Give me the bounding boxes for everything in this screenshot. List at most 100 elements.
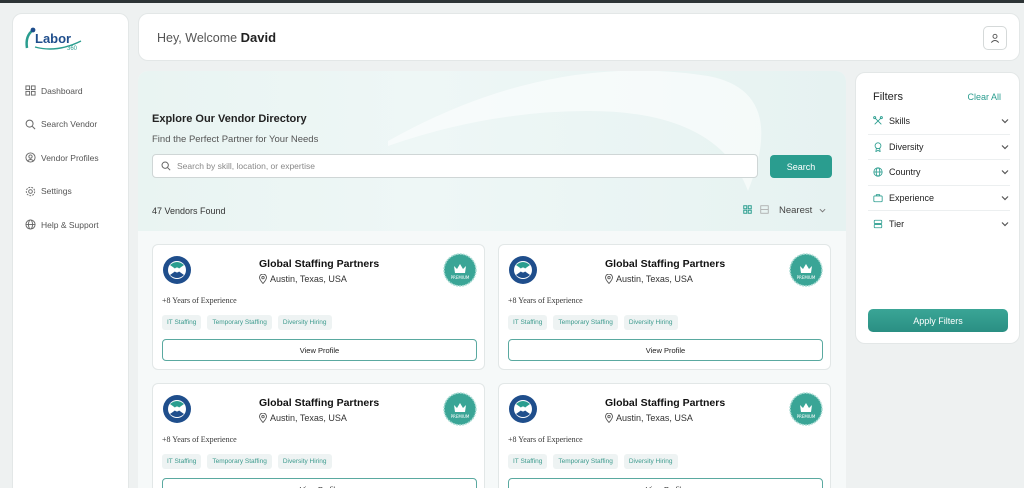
vendor-name: Global Staffing Partners: [259, 258, 380, 270]
top-bar: Hey, Welcome David: [138, 13, 1020, 61]
sidebar-item-settings[interactable]: Settings: [25, 175, 125, 209]
chevron-down-icon: [819, 208, 826, 213]
tag: IT Staffing: [508, 315, 548, 330]
sidebar-item-label: Vendor Profiles: [41, 152, 99, 163]
tag: Temporary Staffing: [207, 454, 272, 469]
vendor-name: Global Staffing Partners: [605, 258, 726, 270]
vendor-experience: +8 Years of Experience: [162, 435, 237, 444]
location-pin-icon: [605, 413, 613, 423]
user-circle-icon: [25, 152, 36, 163]
briefcase-icon: [873, 194, 883, 202]
chevron-down-icon: [1001, 144, 1009, 150]
gear-icon: [25, 186, 36, 196]
vendor-experience: +8 Years of Experience: [508, 435, 583, 444]
filter-country[interactable]: Country: [868, 160, 1010, 186]
filter-skills[interactable]: Skills: [868, 109, 1010, 135]
tag: Diversity Hiring: [277, 454, 332, 469]
view-profile-button[interactable]: View Profile: [162, 339, 477, 361]
filter-tier[interactable]: Tier: [868, 211, 1010, 237]
vendor-experience: +8 Years of Experience: [162, 296, 237, 305]
vendor-card: Global Staffing Partners Austin, Texas, …: [152, 383, 485, 488]
tag: Temporary Staffing: [207, 315, 272, 330]
filter-label: Skills: [889, 116, 911, 127]
hero-decoration: [388, 71, 762, 191]
search-button[interactable]: Search: [770, 155, 832, 178]
filters-panel: Filters Clear All Skills Diversity Count…: [855, 72, 1020, 344]
vendor-tags: IT Staffing Temporary Staffing Diversity…: [162, 315, 332, 330]
svg-text:PREMIUM: PREMIUM: [797, 414, 816, 419]
apply-filters-button[interactable]: Apply Filters: [868, 309, 1008, 332]
search-box[interactable]: [152, 154, 758, 178]
sidebar-item-label: Help & Support: [41, 219, 99, 230]
vendor-name: Global Staffing Partners: [605, 397, 726, 409]
grid-icon: [25, 85, 36, 96]
view-profile-button[interactable]: View Profile: [508, 478, 823, 488]
svg-text:360: 360: [67, 46, 78, 52]
sidebar-item-search-vendor[interactable]: Search Vendor: [25, 108, 125, 142]
award-icon: [874, 142, 882, 152]
premium-badge-icon: PREMIUM: [789, 392, 823, 426]
vendor-location: Austin, Texas, USA: [605, 274, 693, 284]
svg-text:Labor: Labor: [35, 31, 71, 46]
svg-text:PREMIUM: PREMIUM: [797, 275, 816, 280]
chevron-down-icon: [1001, 221, 1009, 227]
vendor-card: Global Staffing Partners Austin, Texas, …: [498, 383, 831, 488]
sidebar-item-vendor-profiles[interactable]: Vendor Profiles: [25, 141, 125, 175]
filter-list: Skills Diversity Country Experience Tier: [868, 109, 1010, 237]
tag: IT Staffing: [162, 315, 202, 330]
sort-label: Nearest: [779, 205, 813, 216]
sidebar-item-dashboard[interactable]: Dashboard: [25, 74, 125, 108]
view-profile-button[interactable]: View Profile: [508, 339, 823, 361]
svg-text:PREMIUM: PREMIUM: [451, 275, 470, 280]
filter-experience[interactable]: Experience: [868, 186, 1010, 211]
search-icon: [25, 119, 36, 130]
premium-badge-icon: PREMIUM: [443, 253, 477, 287]
greeting-text: Hey, Welcome: [157, 31, 238, 45]
vendor-tags: IT Staffing Temporary Staffing Diversity…: [508, 454, 678, 469]
list-view-icon[interactable]: [760, 205, 769, 214]
chevron-down-icon: [1001, 119, 1009, 124]
layers-icon: [873, 219, 883, 228]
sidebar-item-label: Settings: [41, 186, 72, 197]
filter-diversity[interactable]: Diversity: [868, 135, 1010, 160]
tag: IT Staffing: [162, 454, 202, 469]
sidebar-item-label: Search Vendor: [41, 119, 98, 130]
location-pin-icon: [259, 413, 267, 423]
search-input[interactable]: [177, 161, 737, 171]
vendor-logo: [509, 395, 537, 423]
search-icon: [161, 161, 171, 171]
premium-badge-icon: PREMIUM: [443, 392, 477, 426]
chevron-down-icon: [1001, 170, 1009, 175]
page-title: Explore Our Vendor Directory: [152, 113, 307, 125]
tag: Diversity Hiring: [623, 315, 678, 330]
vendor-name: Global Staffing Partners: [259, 397, 380, 409]
user-profile-button[interactable]: [983, 26, 1007, 50]
vendor-experience: +8 Years of Experience: [508, 296, 583, 305]
chevron-down-icon: [1001, 195, 1009, 201]
sort-dropdown[interactable]: Nearest: [779, 205, 826, 216]
filter-label: Diversity: [889, 141, 924, 152]
app-logo[interactable]: Labor 360: [23, 26, 87, 52]
location-pin-icon: [605, 274, 613, 284]
grid-view-icon[interactable]: [743, 205, 752, 214]
vendor-logo: [163, 395, 191, 423]
premium-badge-icon: PREMIUM: [789, 253, 823, 287]
vendor-tags: IT Staffing Temporary Staffing Diversity…: [508, 315, 678, 330]
view-profile-button[interactable]: View Profile: [162, 478, 477, 488]
vendor-logo: [163, 256, 191, 284]
view-toggle-group: [743, 205, 769, 214]
vendor-location: Austin, Texas, USA: [259, 274, 347, 284]
filter-label: Country: [889, 167, 921, 178]
tag: Temporary Staffing: [553, 315, 618, 330]
vendor-card: Global Staffing Partners Austin, Texas, …: [152, 244, 485, 370]
sidebar-item-help-support[interactable]: Help & Support: [25, 208, 125, 242]
user-name: David: [240, 30, 277, 45]
clear-all-link[interactable]: Clear All: [967, 92, 1001, 102]
page-subtitle: Find the Perfect Partner for Your Needs: [152, 134, 319, 145]
tag: Temporary Staffing: [553, 454, 618, 469]
filter-label: Tier: [889, 218, 905, 229]
filters-title: Filters: [873, 91, 903, 103]
main-content: Explore Our Vendor Directory Find the Pe…: [138, 71, 846, 488]
location-pin-icon: [259, 274, 267, 284]
vendor-location: Austin, Texas, USA: [605, 413, 693, 423]
